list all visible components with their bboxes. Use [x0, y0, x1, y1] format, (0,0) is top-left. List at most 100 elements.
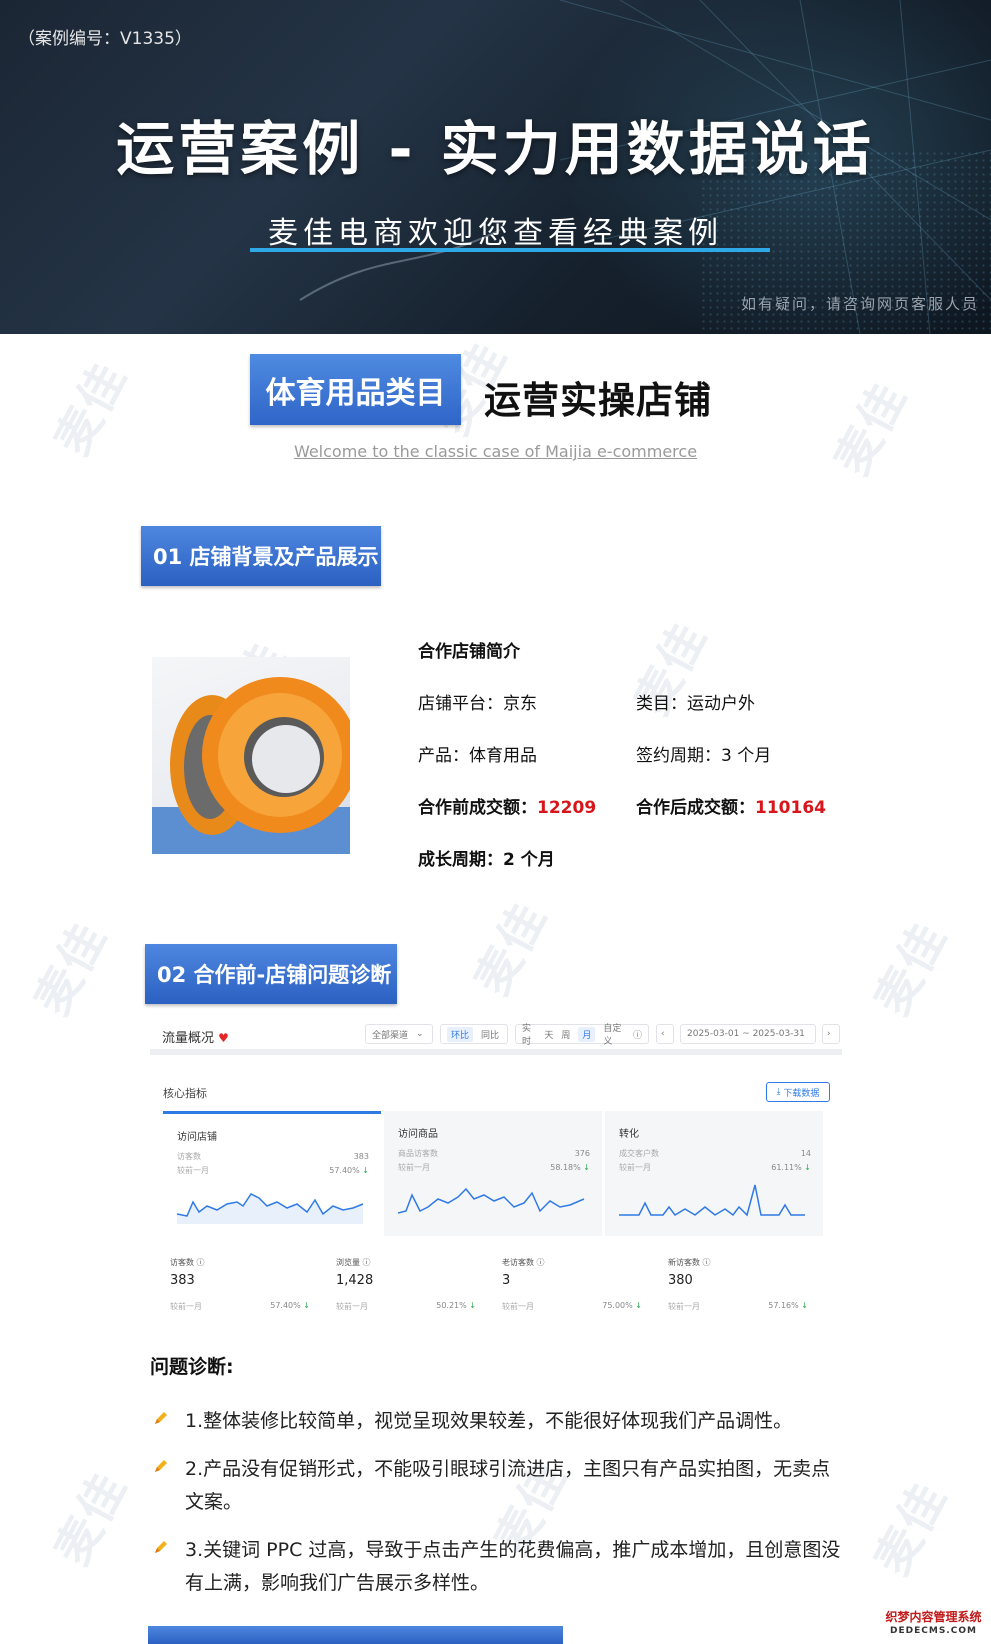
welcome-link[interactable]: Welcome to the classic case of Maijia e-… — [0, 442, 991, 461]
info-icon: ⓘ — [702, 1258, 711, 1267]
download-icon: ⤓ — [776, 1087, 784, 1097]
stat-name-text: 老访客数 — [502, 1258, 534, 1267]
info-icon: ⓘ — [632, 1030, 642, 1041]
date-range-text: 2025-03-01 ~ 2025-03-31 — [687, 1029, 805, 1039]
stat-number: 3 — [502, 1273, 511, 1288]
channel-select-label: 全部渠道 — [372, 1030, 409, 1041]
diagnosis-item: 2.产品没有促销形式，不能吸引眼球引流进店，主图只有产品实拍图，无卖点文案。 — [185, 1458, 831, 1513]
stat-new-visitors: 新访客数 ⓘ 380 较前一月 57.16% ↓ — [648, 1247, 814, 1319]
sales-before-value: 12209 — [537, 798, 597, 818]
period-month[interactable]: 月 — [578, 1026, 596, 1042]
stat-name-text: 浏览量 — [336, 1258, 360, 1267]
arrow-down-icon: ↓ — [583, 1163, 590, 1172]
date-range-picker[interactable]: 2025-03-01 ~ 2025-03-31 — [680, 1024, 816, 1044]
corner-logo-cn: 织梦内容管理系统 — [885, 1610, 982, 1624]
watermark-text: 麦佳 — [864, 1473, 958, 1584]
category-title: 运营实操店铺 — [484, 379, 712, 422]
shop-platform: 店铺平台：京东 — [418, 694, 537, 714]
compare-yoy[interactable]: 同比 — [481, 1028, 499, 1041]
sales-before-label: 合作前成交额： — [418, 798, 537, 818]
stat-number: 1,428 — [336, 1273, 374, 1288]
stat-pct-text: 57.16% — [768, 1301, 799, 1310]
arrow-down-icon: ↓ — [362, 1166, 369, 1175]
stat-pct: 57.40% ↓ — [270, 1301, 310, 1310]
card-value-pct: 58.18% — [550, 1163, 581, 1172]
card-value: 383 57.40% ↓ — [329, 1150, 369, 1178]
info-icon: ⓘ — [196, 1258, 205, 1267]
card-value: 14 61.11% ↓ — [771, 1147, 811, 1175]
stat-pct-text: 75.00% — [602, 1301, 633, 1310]
card-sub-metric: 访客数 — [177, 1152, 201, 1161]
card-value-number: 14 — [800, 1149, 811, 1158]
stat-compare: 较前一月 — [502, 1302, 534, 1311]
card-value: 376 58.18% ↓ — [550, 1147, 590, 1175]
hero-banner: （案例编号：V1335） 运营案例 - 实力用数据说话 麦佳电商欢迎您查看经典案… — [0, 0, 991, 334]
compare-toggle[interactable]: 环比 同比 — [440, 1024, 508, 1044]
stat-number: 383 — [170, 1273, 195, 1288]
diagnosis-item: 1.整体装修比较简单，视觉呈现效果较差，不能很好体现我们产品调性。 — [185, 1410, 793, 1432]
metric-card-product-visits[interactable]: 访问商品 商品访客数 较前一月 376 58.18% ↓ — [384, 1111, 602, 1236]
stat-name-text: 访客数 — [170, 1258, 194, 1267]
product-image-shape — [170, 677, 350, 835]
card-sub: 访客数 较前一月 — [177, 1150, 209, 1178]
prev-date-button[interactable]: ‹ — [656, 1024, 674, 1044]
corner-logo-en: DEDECMS.COM — [890, 1626, 977, 1636]
metric-card-conversion[interactable]: 转化 成交客户数 较前一月 14 61.11% ↓ — [605, 1111, 823, 1236]
dashboard-title: 流量概况 ♥ — [162, 1027, 229, 1046]
sales-after: 合作后成交额：110164 — [636, 793, 826, 818]
stat-compare: 较前一月 — [336, 1302, 368, 1311]
stat-name: 访客数 ⓘ — [170, 1257, 205, 1268]
stats-row: 访客数 ⓘ 383 较前一月 57.40% ↓ 浏览量 ⓘ 1,428 较前一月… — [150, 1247, 842, 1319]
product-image — [152, 657, 350, 854]
watermark-text: 麦佳 — [464, 893, 558, 1004]
chevron-down-icon: ⌄ — [416, 1029, 424, 1039]
case-id: （案例编号：V1335） — [18, 29, 192, 49]
stat-name: 浏览量 ⓘ — [336, 1257, 371, 1268]
sparkline-product-visits — [398, 1187, 585, 1214]
watermark-text: 麦佳 — [24, 913, 118, 1024]
download-data-button[interactable]: ⤓ 下载数据 — [766, 1082, 830, 1102]
card-sub-compare: 较前一月 — [177, 1166, 209, 1175]
period-selector[interactable]: 实时 天 周 月 自定义 ⓘ — [515, 1021, 649, 1047]
channel-select[interactable]: 全部渠道 ⌄ — [365, 1024, 433, 1044]
core-metrics-label: 核心指标 — [163, 1087, 207, 1100]
hero-subtitle: 麦佳电商欢迎您查看经典案例 — [268, 216, 723, 251]
watermark-text: 麦佳 — [44, 1463, 138, 1574]
shop-intro-title: 合作店铺简介 — [418, 642, 520, 662]
card-value-number: 383 — [353, 1152, 369, 1161]
hero-underline — [250, 248, 770, 252]
info-icon: ⓘ — [362, 1258, 371, 1267]
growth-period: 成长周期：2 个月 — [418, 850, 555, 870]
card-sub: 商品访客数 较前一月 — [398, 1147, 438, 1175]
pencil-icon — [155, 1412, 167, 1424]
period-week[interactable]: 周 — [561, 1028, 570, 1041]
card-value-pct: 61.11% — [771, 1163, 802, 1172]
arrow-down-icon: ↓ — [469, 1301, 476, 1310]
next-section-header — [148, 1626, 563, 1644]
next-date-button[interactable]: › — [822, 1024, 840, 1044]
arrow-down-icon: ↓ — [303, 1301, 310, 1310]
period-custom[interactable]: 自定义 — [603, 1021, 625, 1047]
period-day[interactable]: 天 — [544, 1028, 553, 1041]
stat-pct-text: 57.40% — [270, 1301, 301, 1310]
stat-pct-text: 50.21% — [436, 1301, 467, 1310]
corner-logo: 织梦内容管理系统 DEDECMS.COM — [876, 1604, 991, 1644]
card-sub-metric: 商品访客数 — [398, 1149, 438, 1158]
arrow-down-icon: ↓ — [801, 1301, 808, 1310]
heart-icon: ♥ — [218, 1031, 229, 1045]
stat-pct: 57.16% ↓ — [768, 1301, 808, 1310]
stat-compare: 较前一月 — [170, 1302, 202, 1311]
arrow-down-icon: ↓ — [804, 1163, 811, 1172]
traffic-dashboard: 流量概况 ♥ 全部渠道 ⌄ 环比 同比 实时 天 周 月 自定义 ⓘ ‹ 202… — [150, 1015, 842, 1320]
watermark-text: 麦佳 — [864, 913, 958, 1024]
stat-compare: 较前一月 — [668, 1302, 700, 1311]
shop-category: 类目：运动户外 — [636, 694, 755, 714]
period-realtime[interactable]: 实时 — [522, 1021, 536, 1047]
card-sub-metric: 成交客户数 — [619, 1149, 659, 1158]
compare-mom[interactable]: 环比 — [447, 1026, 474, 1042]
download-data-label: 下载数据 — [783, 1088, 820, 1099]
card-sub: 成交客户数 较前一月 — [619, 1147, 659, 1175]
stat-number: 380 — [668, 1273, 693, 1288]
metric-card-store-visits[interactable]: 访问店铺 访客数 较前一月 383 57.40% ↓ — [163, 1111, 381, 1236]
section-1-header: 01 店铺背景及产品展示 — [141, 526, 381, 586]
